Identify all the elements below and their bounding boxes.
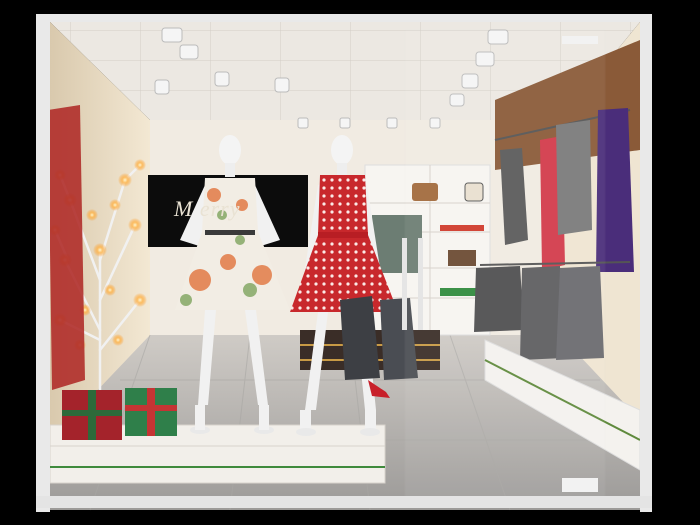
frame-bottom [36, 496, 652, 508]
frame-left [36, 14, 50, 512]
glass-door [404, 29, 606, 501]
store-sign-text: M erry [174, 196, 241, 221]
frame-top [36, 14, 652, 22]
scene-illustration [0, 0, 700, 525]
frame-right [640, 14, 652, 512]
shop-window-scene: M erry [0, 0, 700, 525]
door-hinge-bottom [562, 478, 598, 492]
door-hinge-top [562, 36, 598, 44]
gift-boxes [62, 388, 177, 440]
